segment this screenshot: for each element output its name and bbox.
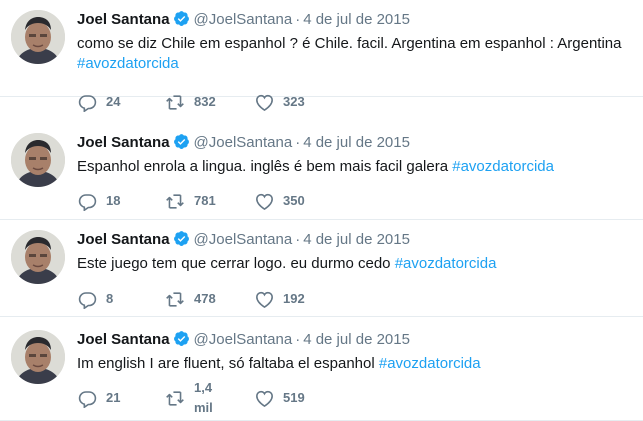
separator-dot: · xyxy=(295,11,301,28)
retweet-count: 832 xyxy=(194,94,216,109)
retweet-icon xyxy=(165,290,185,309)
retweet-icon xyxy=(165,389,185,408)
author-name[interactable]: Joel Santana xyxy=(77,331,170,348)
tweet-body: como se diz Chile em espanhol ? é Chile.… xyxy=(77,35,622,52)
retweet-count: 781 xyxy=(194,193,216,208)
separator-dot: · xyxy=(295,331,301,348)
like-count: 350 xyxy=(283,193,305,208)
like-count: 192 xyxy=(283,291,305,306)
like-button[interactable]: 350 xyxy=(255,191,305,211)
like-button[interactable]: 519 xyxy=(255,388,305,408)
tweet-header: Joel Santana @JoelSantana · 4 de jul de 201… xyxy=(77,133,410,153)
verified-badge-icon xyxy=(173,330,190,353)
retweet-button[interactable]: 478 xyxy=(165,289,216,309)
avatar[interactable] xyxy=(11,230,65,284)
tweet-header: Joel Santana @JoelSantana · 4 de jul de 201… xyxy=(77,10,410,30)
tweet-text: Este juego tem que cerrar logo. eu durmo… xyxy=(77,254,637,274)
reply-icon xyxy=(78,389,97,408)
hashtag-link[interactable]: #avozdatorcida xyxy=(379,355,481,372)
avatar[interactable] xyxy=(11,330,65,384)
tweet-header: Joel Santana @JoelSantana · 4 de jul de 201… xyxy=(77,230,410,250)
tweet-body: Este juego tem que cerrar logo. eu durmo… xyxy=(77,255,395,272)
like-button[interactable]: 192 xyxy=(255,289,305,309)
verified-badge-icon xyxy=(173,230,190,253)
tweet-text: como se diz Chile em espanhol ? é Chile.… xyxy=(77,34,637,74)
reply-count: 24 xyxy=(106,94,121,109)
reply-icon xyxy=(78,192,97,211)
retweet-button[interactable]: 832 xyxy=(165,92,216,112)
tweet-date[interactable]: 4 de jul de 2015 xyxy=(303,231,410,248)
author-handle[interactable]: @JoelSantana xyxy=(194,331,293,348)
reply-button[interactable]: 21 xyxy=(78,388,120,408)
like-button[interactable]: 323 xyxy=(255,92,305,112)
heart-icon xyxy=(255,192,274,211)
tweet-date[interactable]: 4 de jul de 2015 xyxy=(303,134,410,151)
heart-icon xyxy=(255,93,274,112)
retweet-icon xyxy=(165,192,185,211)
author-handle[interactable]: @JoelSantana xyxy=(194,11,293,28)
tweet-body: Espanhol enrola a lingua. inglês é bem m… xyxy=(77,158,453,175)
reply-icon xyxy=(78,290,97,309)
tweet[interactable]: Joel Santana @JoelSantana · 4 de jul de 201… xyxy=(0,123,643,220)
reply-icon xyxy=(78,93,97,112)
tweet-date[interactable]: 4 de jul de 2015 xyxy=(303,331,410,348)
separator-dot: · xyxy=(295,231,301,248)
tweet[interactable]: Joel Santana @JoelSantana · 4 de jul de 201… xyxy=(0,220,643,317)
hashtag-link[interactable]: #avozdatorcida xyxy=(395,255,497,272)
tweet[interactable]: Joel Santana @JoelSantana · 4 de jul de 201… xyxy=(0,320,643,421)
reply-button[interactable]: 24 xyxy=(78,92,120,112)
author-name[interactable]: Joel Santana xyxy=(77,11,170,28)
hashtag-link[interactable]: #avozdatorcida xyxy=(77,55,179,72)
like-count: 323 xyxy=(283,94,305,109)
tweet-header: Joel Santana @JoelSantana · 4 de jul de 201… xyxy=(77,330,410,350)
verified-badge-icon xyxy=(173,133,190,156)
tweet-feed: Joel Santana @JoelSantana · 4 de jul de 201… xyxy=(0,0,643,421)
tweet-text: Espanhol enrola a lingua. inglês é bem m… xyxy=(77,157,637,177)
hashtag-link[interactable]: #avozdatorcida xyxy=(452,158,554,175)
heart-icon xyxy=(255,389,274,408)
retweet-button[interactable]: 781 xyxy=(165,191,216,211)
retweet-button[interactable]: 1,4 mil xyxy=(165,380,213,415)
avatar[interactable] xyxy=(11,133,65,187)
reply-count: 21 xyxy=(106,390,121,405)
retweet-icon xyxy=(165,93,185,112)
verified-badge-icon xyxy=(173,10,190,33)
author-name[interactable]: Joel Santana xyxy=(77,231,170,248)
reply-button[interactable]: 8 xyxy=(78,289,113,309)
heart-icon xyxy=(255,290,274,309)
like-count: 519 xyxy=(283,390,305,405)
reply-count: 18 xyxy=(106,193,121,208)
retweet-count: 1,4 mil xyxy=(194,380,213,415)
author-handle[interactable]: @JoelSantana xyxy=(194,134,293,151)
retweet-count: 478 xyxy=(194,291,216,306)
avatar[interactable] xyxy=(11,10,65,64)
tweet-body: Im english I are fluent, só faltaba el e… xyxy=(77,355,379,372)
author-handle[interactable]: @JoelSantana xyxy=(194,231,293,248)
reply-button[interactable]: 18 xyxy=(78,191,120,211)
tweet[interactable]: Joel Santana @JoelSantana · 4 de jul de 201… xyxy=(0,0,643,112)
author-name[interactable]: Joel Santana xyxy=(77,134,170,151)
reply-count: 8 xyxy=(106,291,114,306)
separator-dot: · xyxy=(295,134,301,151)
tweet-text: Im english I are fluent, só faltaba el e… xyxy=(77,354,637,374)
tweet-date[interactable]: 4 de jul de 2015 xyxy=(303,11,410,28)
